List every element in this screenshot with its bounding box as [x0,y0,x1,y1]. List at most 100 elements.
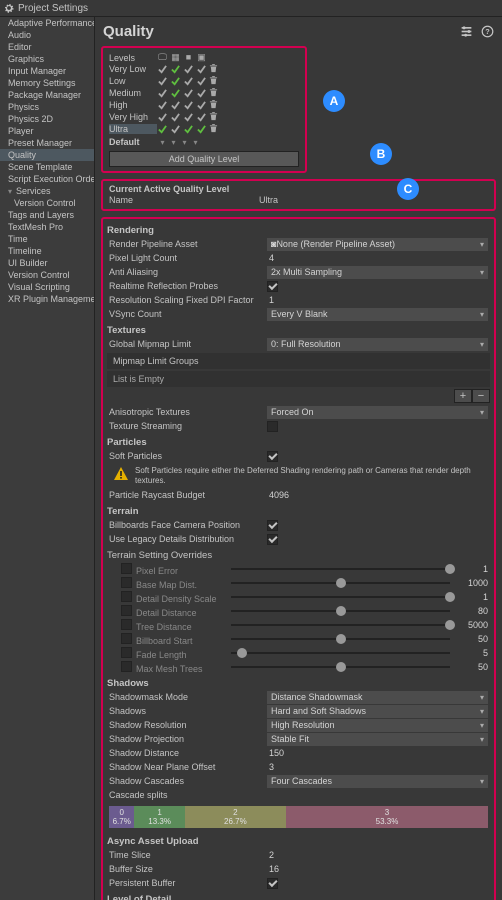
sidebar-item-tags-and-layers[interactable]: Tags and Layers [0,209,94,221]
sidebar-item-preset-manager[interactable]: Preset Manager [0,137,94,149]
sidebar-item-visual-scripting[interactable]: Visual Scripting [0,281,94,293]
trash-icon[interactable] [209,100,218,111]
render-pipeline-field[interactable]: ◙ None (Render Pipeline Asset) [267,238,488,251]
soft-particles-warning: Soft Particles require either the Deferr… [107,463,490,488]
slider-detail-distance[interactable]: Detail Distance80 [107,604,490,618]
cascade-splits-bar[interactable]: 06.7%113.3%226.7%353.3% [109,806,488,828]
quality-level-high[interactable]: High [109,99,299,111]
callout-a: A [323,90,345,112]
shadow-res-dropdown[interactable]: High Resolution [267,719,488,732]
shadow-cascades-dropdown[interactable]: Four Cascades [267,775,488,788]
sidebar-item-graphics[interactable]: Graphics [0,53,94,65]
default-label: Default [109,137,157,147]
buffer-size[interactable]: 16 [267,864,488,874]
shadows-dropdown[interactable]: Hard and Soft Shadows [267,705,488,718]
shadow-near[interactable]: 3 [267,762,488,772]
trash-icon[interactable] [209,124,218,135]
name-label: Name [109,195,259,205]
quality-level-very-high[interactable]: Very High [109,111,299,123]
quality-level-ultra[interactable]: Ultra [109,123,299,135]
callout-b: B [370,143,392,165]
sidebar-item-input-manager[interactable]: Input Manager [0,65,94,77]
sidebar-item-script-execution-order[interactable]: Script Execution Order [0,173,94,185]
sidebar-item-package-manager[interactable]: Package Manager [0,89,94,101]
mipmap-groups-label: Mipmap Limit Groups [107,353,490,369]
slider-fade-length[interactable]: Fade Length5 [107,646,490,660]
lod-header: Level of Detail [107,890,490,900]
anti-aliasing-dropdown[interactable]: 2x Multi Sampling [267,266,488,279]
shadow-distance[interactable]: 150 [267,748,488,758]
sidebar-item-quality[interactable]: Quality [0,149,94,161]
content-panel: Quality ? A B C Levels 🖵▦■▣ Very LowLowM… [95,17,502,900]
page-title: Quality [103,23,154,40]
slider-billboard-start[interactable]: Billboard Start50 [107,632,490,646]
platform-icons: 🖵▦■▣ [157,52,207,63]
cascade-segment-2[interactable]: 226.7% [185,806,286,828]
trash-icon[interactable] [209,76,218,87]
vsync-dropdown[interactable]: Every V Blank [267,308,488,321]
slider-base-map-dist-[interactable]: Base Map Dist.1000 [107,576,490,590]
billboards-checkbox[interactable] [267,520,278,531]
sidebar-item-xr-plugin-management[interactable]: XR Plugin Management [0,293,94,305]
slider-max-mesh-trees[interactable]: Max Mesh Trees50 [107,660,490,674]
sidebar-item-ui-builder[interactable]: UI Builder [0,257,94,269]
sidebar-item-editor[interactable]: Editor [0,41,94,53]
slider-detail-density-scale[interactable]: Detail Density Scale1 [107,590,490,604]
settings-category-sidebar: Adaptive PerformanceAudioEditorGraphicsI… [0,17,95,900]
sidebar-item-player[interactable]: Player [0,125,94,137]
trash-icon[interactable] [209,88,218,99]
sidebar-item-physics-2d[interactable]: Physics 2D [0,113,94,125]
quality-level-low[interactable]: Low [109,75,299,87]
gear-icon [4,3,14,13]
sidebar-item-timeline[interactable]: Timeline [0,245,94,257]
warning-icon [113,466,129,482]
realtime-reflection-checkbox[interactable] [267,281,278,292]
trash-icon[interactable] [209,112,218,123]
list-add-button[interactable]: + [454,389,472,403]
sidebar-item-time[interactable]: Time [0,233,94,245]
quality-level-very-low[interactable]: Very Low [109,63,299,75]
aniso-dropdown[interactable]: Forced On [267,406,488,419]
raycast-budget[interactable]: 4096 [267,490,488,500]
help-icon[interactable]: ? [481,25,494,38]
particles-header: Particles [107,433,490,449]
callout-c: C [397,178,419,200]
trash-icon[interactable] [209,64,218,75]
window-titlebar: Project Settings [0,0,502,17]
svg-text:?: ? [485,27,490,36]
legacy-details-checkbox[interactable] [267,534,278,545]
quality-level-medium[interactable]: Medium [109,87,299,99]
sidebar-item-scene-template[interactable]: Scene Template [0,161,94,173]
sidebar-item-memory-settings[interactable]: Memory Settings [0,77,94,89]
mipmap-limit-dropdown[interactable]: 0: Full Resolution [267,338,488,351]
sidebar-item-audio[interactable]: Audio [0,29,94,41]
slider-tree-distance[interactable]: Tree Distance5000 [107,618,490,632]
cascade-segment-3[interactable]: 353.3% [286,806,488,828]
cascade-segment-1[interactable]: 113.3% [134,806,184,828]
add-quality-level-button[interactable]: Add Quality Level [109,151,299,167]
sidebar-item-version-control[interactable]: Version Control [0,197,94,209]
name-value: Ultra [259,195,278,205]
time-slice[interactable]: 2 [267,850,488,860]
cascade-segment-0[interactable]: 06.7% [109,806,134,828]
sidebar-item-physics[interactable]: Physics [0,101,94,113]
sidebar-item-textmesh-pro[interactable]: TextMesh Pro [0,221,94,233]
preset-icon[interactable] [460,25,473,38]
sidebar-item-version-control[interactable]: Version Control [0,269,94,281]
levels-box: Levels 🖵▦■▣ Very LowLowMediumHighVery Hi… [101,46,307,173]
terrain-header: Terrain [107,502,490,518]
pixel-light-value[interactable]: 4 [267,253,488,263]
shadow-proj-dropdown[interactable]: Stable Fit [267,733,488,746]
window-title: Project Settings [18,3,88,14]
shadowmask-dropdown[interactable]: Distance Shadowmask [267,691,488,704]
list-empty: List is Empty [107,371,490,387]
soft-particles-checkbox[interactable] [267,451,278,462]
sidebar-item-adaptive-performance[interactable]: Adaptive Performance [0,17,94,29]
texture-streaming-checkbox[interactable] [267,421,278,432]
dpi-factor-value[interactable]: 1 [267,295,488,305]
sidebar-item-services[interactable]: ▾Services [0,185,94,197]
list-remove-button[interactable]: − [472,389,490,403]
slider-pixel-error[interactable]: Pixel Error1 [107,562,490,576]
persistent-buffer-checkbox[interactable] [267,878,278,889]
rendering-header: Rendering [107,221,490,237]
